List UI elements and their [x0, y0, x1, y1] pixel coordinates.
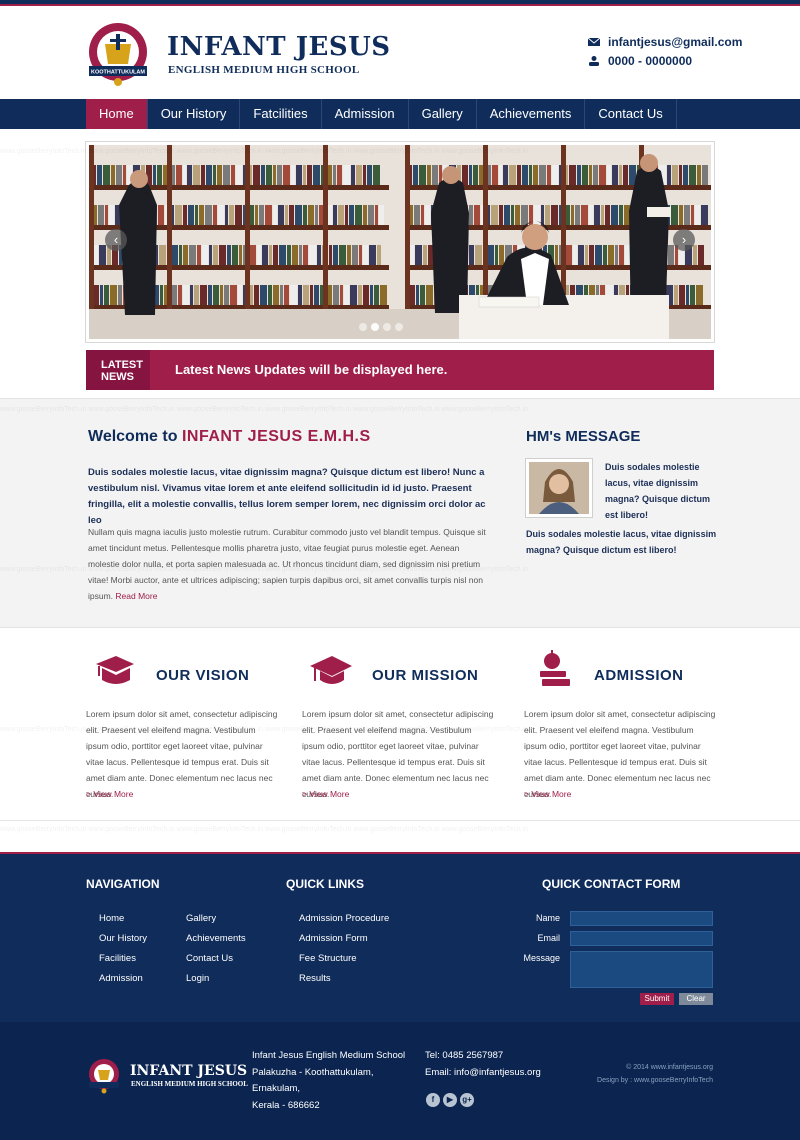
name-label: Name: [535, 913, 560, 923]
book-cap-icon: [96, 656, 134, 684]
view-more-link[interactable]: > View More: [302, 789, 349, 799]
footer-quick-heading: QUICK LINKS: [286, 877, 364, 891]
header-email-text: infantjesus@gmail.com: [608, 35, 743, 49]
footer-nav-heading: NAVIGATION: [86, 877, 160, 891]
slider-dot[interactable]: [371, 323, 379, 331]
welcome-lead: Duis sodales molestie lacus, vitae digni…: [88, 467, 486, 526]
nav-item-gallery[interactable]: Gallery: [409, 99, 477, 129]
svg-text:KOOTHATTUKULAM: KOOTHATTUKULAM: [91, 70, 145, 76]
name-field[interactable]: [570, 911, 713, 926]
nav-item-admission[interactable]: Admission: [322, 99, 409, 129]
slider-dot[interactable]: [395, 323, 403, 331]
address-line: Palakuzha - Koothattukulam,: [252, 1067, 374, 1078]
hm-message-1: Duis sodales molestie lacus, vitae digni…: [605, 462, 711, 520]
clear-button[interactable]: Clear: [679, 993, 713, 1005]
email-field[interactable]: [570, 931, 713, 946]
submit-button[interactable]: Submit: [640, 993, 674, 1005]
address-line: Kerala - 686662: [252, 1100, 320, 1111]
footer-nav-link[interactable]: Admission: [99, 973, 143, 984]
hm-photo: [525, 458, 593, 518]
apple-books-icon: [540, 650, 570, 686]
footer-subtitle: ENGLISH MEDIUM HIGH SCHOOL: [131, 1080, 248, 1088]
footer-quick-link[interactable]: Admission Procedure: [299, 913, 389, 924]
image-slider[interactable]: ‹ ›: [85, 141, 715, 343]
envelope-icon: [588, 37, 600, 46]
address-line: Ernakulam,: [252, 1083, 301, 1094]
feature-body: Lorem ipsum dolor sit amet, consectetur …: [302, 709, 494, 799]
view-more-link[interactable]: > View More: [86, 789, 133, 799]
news-tag-line2: NEWS: [101, 371, 134, 383]
site-header: KOOTHATTUKULAM INFANT JESUS ENGLISH MEDI…: [0, 8, 800, 100]
nav-item-our-history[interactable]: Our History: [148, 99, 241, 129]
google-plus-icon[interactable]: g+: [460, 1093, 474, 1107]
footer-nav-link[interactable]: Facilities: [99, 953, 136, 964]
address-line: Infant Jesus English Medium School: [252, 1050, 406, 1061]
welcome-body-text: Nullam quis magna iaculis justo molestie…: [88, 527, 486, 601]
nav-item-home[interactable]: Home: [86, 99, 148, 129]
slider-next-button[interactable]: ›: [673, 229, 695, 251]
message-label: Message: [523, 953, 560, 963]
news-text[interactable]: Latest News Updates will be displayed he…: [175, 362, 447, 377]
section-divider: [0, 820, 800, 821]
footer-nav-link[interactable]: Contact Us: [186, 953, 233, 964]
site-subtitle: ENGLISH MEDIUM HIGH SCHOOL: [168, 64, 360, 76]
header-phone: 0000 - 0000000: [588, 54, 692, 68]
hm-message-2: Duis sodales molestie lacus, vitae digni…: [526, 529, 717, 555]
footer-nav-link[interactable]: Login: [186, 973, 209, 984]
slider-prev-button[interactable]: ‹: [105, 229, 127, 251]
footer-form-heading: QUICK CONTACT FORM: [542, 877, 681, 891]
welcome-title-prefix: Welcome to: [88, 428, 182, 445]
slider-dots: [359, 323, 403, 331]
footer-email[interactable]: Email: info@infantjesus.org: [425, 1067, 541, 1078]
welcome-body: Nullam quis magna iaculis justo molestie…: [88, 524, 488, 604]
header-phone-text: 0000 - 0000000: [608, 54, 693, 68]
welcome-title-highlight: INFANT JESUS E.M.H.S: [181, 428, 371, 445]
footer-quick-link[interactable]: Admission Form: [299, 933, 368, 944]
footer-nav-link[interactable]: Achievements: [186, 933, 246, 944]
feature-title: OUR VISION: [156, 667, 250, 684]
footer-quick-link[interactable]: Fee Structure: [299, 953, 357, 964]
news-tag-line1: LATEST: [101, 359, 143, 371]
watermark: www.gooseBerryInfoTech.in www.gooseBerry…: [0, 826, 528, 833]
footer-title: INFANT JESUS: [130, 1063, 248, 1079]
email-label: Email: [537, 933, 560, 943]
news-tag: LATEST NEWS: [86, 350, 150, 390]
message-field[interactable]: [570, 951, 713, 988]
graduation-cap-icon: [310, 656, 352, 684]
youtube-icon[interactable]: ▶: [443, 1093, 457, 1107]
header-email[interactable]: infantjesus@gmail.com: [588, 35, 742, 49]
top-accent-bar: [0, 0, 800, 6]
footer-nav-link[interactable]: Our History: [99, 933, 147, 944]
chevron-right-icon: ›: [681, 232, 687, 247]
slider-dot[interactable]: [359, 323, 367, 331]
phone-icon: [589, 56, 599, 66]
copyright: © 2014 www.infantjesus.org: [626, 1064, 713, 1071]
library-photo: [89, 145, 711, 339]
feature-body: Lorem ipsum dolor sit amet, consectetur …: [524, 709, 716, 799]
feature-body: Lorem ipsum dolor sit amet, consectetur …: [86, 709, 278, 799]
slider-dot[interactable]: [383, 323, 391, 331]
hm-title: HM's MESSAGE: [526, 428, 641, 445]
footer-quick-link[interactable]: Results: [299, 973, 331, 984]
facebook-icon[interactable]: f: [426, 1093, 440, 1107]
nav-item-contact-us[interactable]: Contact Us: [585, 99, 677, 129]
welcome-title: Welcome to INFANT JESUS E.M.H.S: [88, 428, 371, 446]
view-more-link[interactable]: > View More: [524, 789, 571, 799]
design-credit[interactable]: Design by : www.gooseBerryInfoTech: [597, 1077, 713, 1084]
main-nav: Home Our History Fatcilities Admission Galle…: [0, 99, 800, 129]
nav-item-fatcilities[interactable]: Fatcilities: [240, 99, 322, 129]
footer-nav-link[interactable]: Gallery: [186, 913, 216, 924]
feature-title: ADMISSION: [594, 667, 684, 684]
chevron-left-icon: ‹: [113, 232, 119, 247]
school-logo[interactable]: KOOTHATTUKULAM: [85, 22, 151, 88]
nav-item-achievements[interactable]: Achievements: [477, 99, 586, 129]
footer-nav-link[interactable]: Home: [99, 913, 124, 924]
read-more-link[interactable]: Read More: [115, 591, 157, 601]
footer-tel: Tel: 0485 2567987: [425, 1050, 504, 1061]
main-nav-list: Home Our History Fatcilities Admission Galle…: [86, 99, 677, 129]
news-ticker: LATEST NEWS Latest News Updates will be …: [86, 350, 714, 390]
feature-title: OUR MISSION: [372, 667, 479, 684]
footer-logo[interactable]: [86, 1058, 122, 1094]
site-title: INFANT JESUS: [167, 32, 391, 62]
